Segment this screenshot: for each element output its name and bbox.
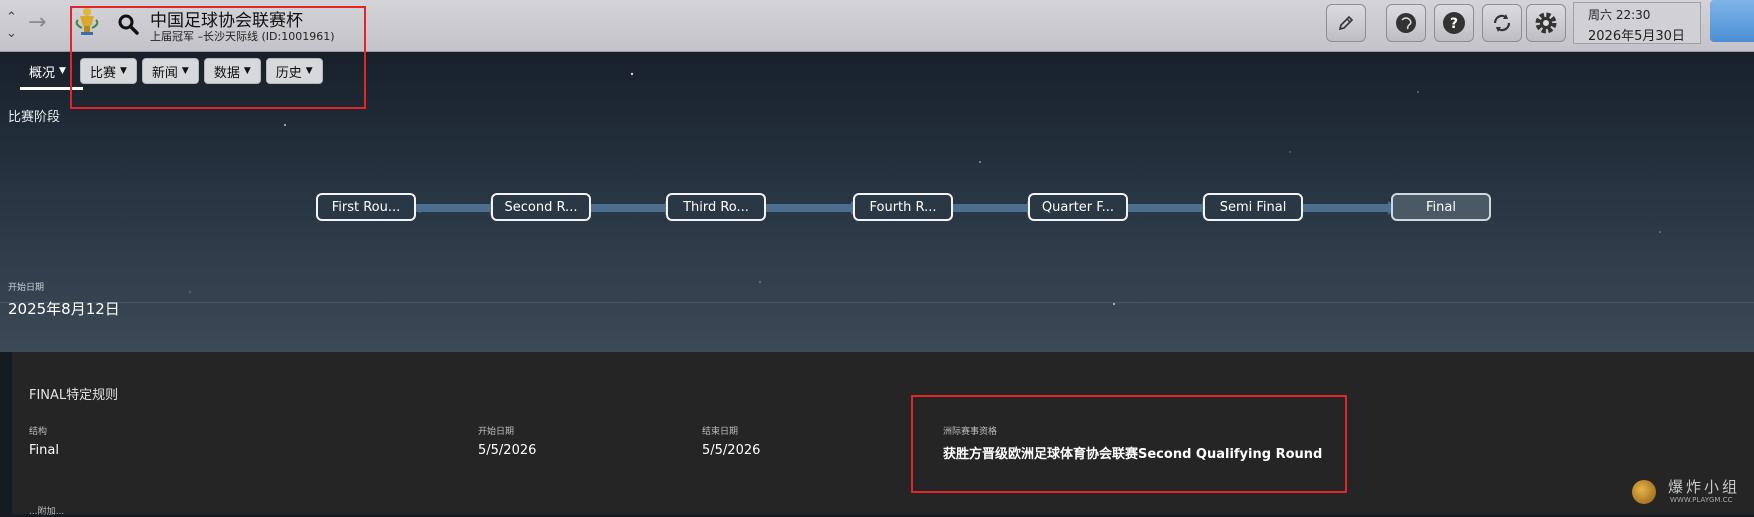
stage-connector xyxy=(590,201,675,215)
structure-value: Final xyxy=(29,443,59,458)
previous-champion: 上届冠军 –长沙天际线 (ID:1001961) xyxy=(150,30,335,43)
structure-label: 结构 xyxy=(29,427,48,437)
rule-start-label: 开始日期 xyxy=(478,427,515,437)
tab-overview-label: 概况 xyxy=(29,65,56,81)
stage-connector xyxy=(415,201,500,215)
start-date-value: 2025年8月12日 xyxy=(8,300,120,318)
stage-first-round[interactable]: First Rou... xyxy=(316,193,416,221)
forward-arrow-icon[interactable]: → xyxy=(28,10,54,36)
search-icon[interactable] xyxy=(116,12,140,36)
chevron-down-icon: ▼ xyxy=(305,66,313,76)
qualification-label: 洲际赛事资格 xyxy=(943,427,998,437)
stage-connector xyxy=(1302,201,1398,215)
tab-history[interactable]: 历史 ▼ xyxy=(265,58,323,84)
rule-start-value: 5/5/2026 xyxy=(478,443,537,458)
pencil-icon xyxy=(1338,15,1354,31)
assistant-button[interactable] xyxy=(1386,4,1426,42)
stage-final[interactable]: Final xyxy=(1391,193,1491,221)
tab-news[interactable]: 新闻 ▼ xyxy=(141,58,199,84)
help-button[interactable]: ? xyxy=(1434,4,1474,42)
tab-overview[interactable]: 概况 ▼ xyxy=(20,58,83,90)
watermark-url: WWW.PLAYGM.CC xyxy=(1670,496,1733,504)
section-tabs: 概况 ▼ 比赛 ▼ 新闻 ▼ 数据 ▼ 历史 ▼ xyxy=(20,58,323,90)
divider xyxy=(0,302,1754,303)
rule-end-label: 结束日期 xyxy=(702,427,739,437)
stages-heading: 比赛阶段 xyxy=(8,110,61,125)
svg-text:?: ? xyxy=(1450,16,1458,32)
gear-icon xyxy=(1535,12,1557,34)
tab-stats[interactable]: 数据 ▼ xyxy=(203,58,261,84)
stage-quarter-final[interactable]: Quarter F... xyxy=(1028,193,1128,221)
tab-stats-label: 数据 xyxy=(213,65,240,81)
help-icon: ? xyxy=(1443,12,1465,34)
down-arrow-icon[interactable]: ⌄ xyxy=(6,27,18,40)
brain-icon xyxy=(1396,13,1416,33)
settings-button[interactable] xyxy=(1526,4,1566,42)
stage-semi-final[interactable]: Semi Final xyxy=(1203,193,1303,221)
qualification-value: 获胜方晋级欧洲足球体育协会联赛Second Qualifying Round xyxy=(943,447,1323,462)
stage-connector xyxy=(952,201,1037,215)
tab-history-label: 历史 xyxy=(275,65,302,81)
cup-logo-icon xyxy=(72,6,102,44)
start-date-label: 开始日期 xyxy=(8,283,45,293)
refresh-button[interactable] xyxy=(1482,4,1522,42)
watermark: 爆炸小组 WWW.PLAYGM.CC xyxy=(1632,474,1750,510)
chevron-down-icon: ▼ xyxy=(59,66,66,76)
chevron-down-icon: ▼ xyxy=(181,66,189,76)
stage-fourth-round[interactable]: Fourth R... xyxy=(853,193,953,221)
rules-title: FINAL特定规则 xyxy=(29,388,119,403)
game-day-time: 周六 22:30 xyxy=(1588,8,1651,22)
chevron-down-icon: ▼ xyxy=(243,66,251,76)
continue-button[interactable] xyxy=(1710,0,1754,42)
rule-end-value: 5/5/2026 xyxy=(702,443,761,458)
refresh-icon xyxy=(1493,14,1511,32)
tab-news-label: 新闻 xyxy=(151,65,178,81)
game-date[interactable]: 周六 22:30 2026年5月30日 xyxy=(1573,2,1701,44)
stage-connector xyxy=(765,201,861,215)
watermark-text: 爆炸小组 xyxy=(1668,478,1741,496)
stage-rules-panel: FINAL特定规则 结构 Final 开始日期 5/5/2026 结束日期 5/… xyxy=(12,352,1754,517)
game-full-date: 2026年5月30日 xyxy=(1588,29,1685,44)
stage-pipeline: First Rou... Second R... Third Ro... Fou… xyxy=(0,193,1754,223)
stage-second-round[interactable]: Second R... xyxy=(491,193,591,221)
tab-matches[interactable]: 比赛 ▼ xyxy=(79,58,137,84)
edit-button[interactable] xyxy=(1326,4,1366,42)
watermark-logo-icon xyxy=(1632,480,1656,504)
tab-matches-label: 比赛 xyxy=(89,65,116,81)
extra-label: ...附加... xyxy=(29,507,65,517)
nav-arrows: ⌃ ⌄ xyxy=(4,10,22,42)
chevron-down-icon: ▼ xyxy=(119,66,127,76)
top-bar: ⌃ ⌄ → 中国足球协会联赛杯 上届冠军 –长沙天际线 (ID:1001961) xyxy=(0,0,1754,52)
stage-connector xyxy=(1127,201,1212,215)
stage-third-round[interactable]: Third Ro... xyxy=(666,193,766,221)
up-arrow-icon[interactable]: ⌃ xyxy=(6,11,18,24)
